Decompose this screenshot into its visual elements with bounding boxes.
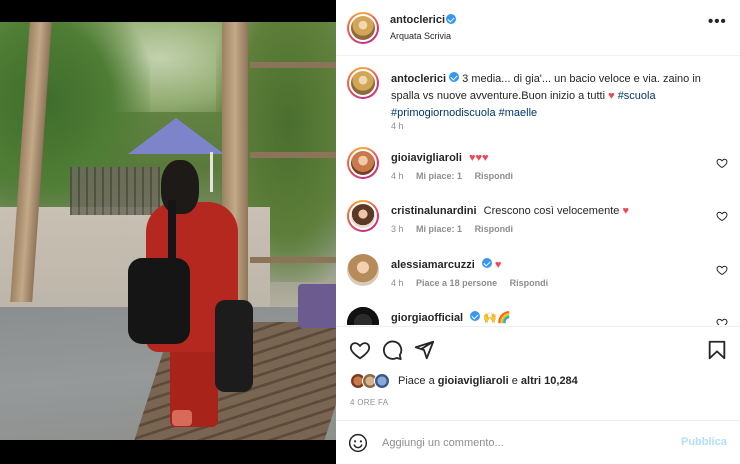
comment-likes[interactable]: Mi piace: 1 [416,224,462,234]
comment-row: giorgiaofficial 🙌🌈 [336,307,740,325]
add-comment-input[interactable] [382,433,662,453]
comment-row: cristinalunardini Crescono così veloceme… [336,200,740,252]
comment-time[interactable]: 3 h [391,224,404,234]
commenter-avatar[interactable] [347,200,379,232]
commenter-avatar[interactable] [347,307,379,325]
like-comment-icon[interactable] [716,210,728,222]
likes-summary[interactable]: Piace a gioiavigliaroli e altri 10,284 [350,371,730,391]
commenter-avatar[interactable] [347,254,379,286]
comment-bubble-icon[interactable] [381,339,403,361]
post-actions: Piace a gioiavigliaroli e altri 10,284 4… [336,326,740,416]
commenter-avatar[interactable] [347,147,379,179]
hashtag-link[interactable]: #scuola [618,90,656,102]
likes-others-count[interactable]: altri 10,284 [521,375,578,387]
heart-emoji-icon: ♥ [622,205,629,217]
photo-beam [250,62,336,68]
verified-badge-icon [449,72,460,82]
post-location[interactable]: Arquata Scrivia [390,31,451,41]
reply-button[interactable]: Rispondi [475,224,514,234]
post-caption: antoclerici 3 media... di gia'... un bac… [391,71,721,122]
emoji-icon[interactable] [348,433,368,453]
liker-avatar [374,373,390,389]
photo-person-hair [161,160,199,214]
instagram-post: antoclerici Arquata Scrivia ••• antocler… [0,0,740,464]
like-comment-icon[interactable] [716,157,728,169]
post-timestamp[interactable]: 4 ORE FA [350,398,388,407]
share-send-icon[interactable] [413,339,435,361]
comment-meta: 3 h Mi piace: 1 Rispondi [391,224,513,234]
comment-text: alessiamarcuzzi ♥ [391,258,711,272]
post-side-panel: antoclerici Arquata Scrivia ••• antocler… [336,0,740,464]
liker-username[interactable]: gioiavigliaroli [438,375,509,387]
comment-body: ♥♥♥ [468,152,489,164]
likes-conjunction: e [511,375,518,387]
caption-time[interactable]: 4 h [391,121,404,131]
comment-text: giorgiaofficial 🙌🌈 [391,311,711,325]
comment-meta: 4 h Mi piace: 1 Rispondi [391,171,513,181]
comment-text: gioiavigliaroli ♥♥♥ [391,151,711,165]
commenter-username[interactable]: giorgiaofficial [391,312,463,324]
commenter-username[interactable]: cristinalunardini [391,205,477,217]
verified-badge-icon [481,258,492,268]
reply-button[interactable]: Rispondi [510,278,549,288]
reply-button[interactable]: Rispondi [475,171,514,181]
photo-beam [250,152,336,158]
hashtag-link[interactable]: #maelle [499,107,538,119]
more-options-icon[interactable]: ••• [708,14,726,32]
comment-body: ♥ [494,259,502,271]
comment-time[interactable]: 4 h [391,278,404,288]
comment-time[interactable]: 4 h [391,171,404,181]
post-photo[interactable] [0,0,336,464]
photo-jacket [215,300,253,392]
likes-prefix: Piace a [398,375,435,387]
verified-badge-icon [470,311,481,321]
photo-scene [0,22,336,440]
save-bookmark-icon[interactable] [706,339,728,361]
photo-umbrella-pole [210,152,213,192]
photo-beam [250,257,336,263]
author-avatar[interactable] [347,12,379,44]
add-comment-bar: Pubblica [336,420,740,464]
caption-author-avatar[interactable] [347,67,379,99]
hashtag-link[interactable]: #primogiornodiscuola [391,107,496,119]
commenter-username[interactable]: gioiavigliaroli [391,152,462,164]
likes-text: Piace a gioiavigliaroli e altri 10,284 [398,375,578,387]
photo-backpack [128,258,190,344]
photo-fence [70,167,160,215]
verified-badge-icon [446,14,456,24]
comment-row: alessiamarcuzzi ♥ 4 h Piace a 18 persone… [336,254,740,306]
comment-text: cristinalunardini Crescono così veloceme… [391,204,711,218]
heart-emoji-icon: ♥ [608,90,615,102]
photo-person-shoe [172,410,192,426]
post-header: antoclerici Arquata Scrivia ••• [336,0,740,56]
comment-row: gioiavigliaroli ♥♥♥ 4 h Mi piace: 1 Risp… [336,147,740,199]
comment-meta: 4 h Piace a 18 persone Rispondi [391,278,548,288]
publish-button[interactable]: Pubblica [681,436,727,448]
commenter-username[interactable]: alessiamarcuzzi [391,259,475,271]
like-comment-icon[interactable] [716,264,728,276]
comments-list[interactable]: antoclerici 3 media... di gia'... un bac… [336,57,740,325]
like-heart-icon[interactable] [349,339,371,361]
comment-body: Crescono così velocemente [483,205,620,217]
comment-likes[interactable]: Mi piace: 1 [416,171,462,181]
photo-chair [298,284,336,328]
like-comment-icon[interactable] [716,317,728,325]
comment-body: 🙌🌈 [483,312,511,324]
caption-username[interactable]: antoclerici [391,73,446,85]
comment-likes[interactable]: Piace a 18 persone [416,278,497,288]
author-username[interactable]: antoclerici [390,14,445,26]
